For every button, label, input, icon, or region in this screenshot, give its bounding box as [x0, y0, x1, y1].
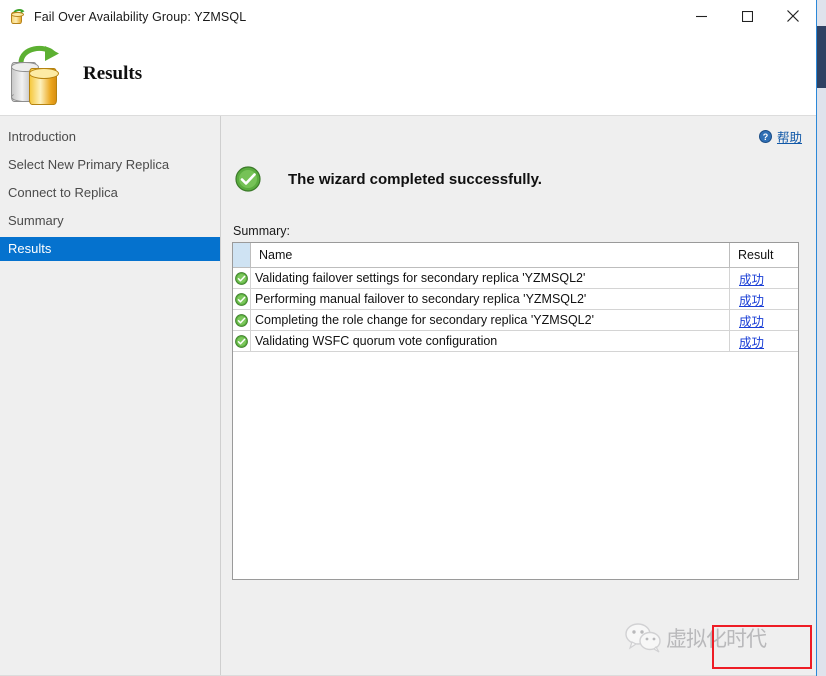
table-row[interactable]: Validating failover settings for seconda…: [233, 268, 798, 289]
row-result-link[interactable]: 成功: [739, 290, 764, 309]
table-row[interactable]: Performing manual failover to secondary …: [233, 289, 798, 310]
success-check-icon: [235, 272, 248, 285]
content-pane: ? 帮助 The wizard completed successfully. …: [221, 116, 816, 675]
help-label: 帮助: [777, 127, 802, 146]
row-name: Validating WSFC quorum vote configuratio…: [251, 331, 730, 351]
minimize-button[interactable]: [678, 0, 724, 32]
close-icon: [787, 10, 799, 22]
success-check-icon: [235, 314, 248, 327]
row-result-link[interactable]: 成功: [739, 269, 764, 288]
minimize-icon: [696, 11, 707, 22]
sidebar-item-select-new-primary-replica[interactable]: Select New Primary Replica: [0, 153, 220, 177]
page-scrollbar-track[interactable]: [817, 0, 826, 676]
page-header: Results: [0, 33, 816, 116]
row-result-cell: 成功: [730, 268, 798, 288]
row-status-cell: [233, 268, 251, 288]
row-name: Performing manual failover to secondary …: [251, 289, 730, 309]
row-result-cell: 成功: [730, 289, 798, 309]
table-header-row: Name Result: [233, 243, 798, 268]
status-message: The wizard completed successfully.: [288, 171, 542, 188]
row-result-link[interactable]: 成功: [739, 311, 764, 330]
wizard-window: Fail Over Availability Group: YZMSQL: [0, 0, 817, 676]
row-status-cell: [233, 331, 251, 351]
table-header-icon-cell: [233, 243, 251, 267]
table-header-result: Result: [730, 243, 798, 267]
maximize-icon: [742, 11, 753, 22]
row-result-link[interactable]: 成功: [739, 332, 764, 351]
maximize-button[interactable]: [724, 0, 770, 32]
svg-text:?: ?: [763, 132, 769, 142]
row-result-cell: 成功: [730, 331, 798, 351]
table-header-name: Name: [251, 243, 730, 267]
window-title: Fail Over Availability Group: YZMSQL: [34, 10, 246, 24]
row-name: Completing the role change for secondary…: [251, 310, 730, 330]
database-failover-icon: [9, 8, 26, 25]
title-bar: Fail Over Availability Group: YZMSQL: [0, 0, 816, 33]
page-title: Results: [83, 63, 142, 85]
window-controls: [678, 0, 816, 32]
wizard-steps-sidebar: Introduction Select New Primary Replica …: [0, 116, 221, 675]
success-check-icon: [235, 293, 248, 306]
sidebar-item-summary[interactable]: Summary: [0, 209, 220, 233]
summary-table: Name Result Validating failover settings…: [232, 242, 799, 580]
sidebar-item-introduction[interactable]: Introduction: [0, 125, 220, 149]
row-name: Validating failover settings for seconda…: [251, 268, 730, 288]
help-circle-icon: ?: [759, 130, 772, 143]
table-row[interactable]: Validating WSFC quorum vote configuratio…: [233, 331, 798, 352]
row-result-cell: 成功: [730, 310, 798, 330]
status-row: The wizard completed successfully.: [235, 166, 542, 192]
database-replica-failover-icon: [9, 43, 67, 105]
sidebar-item-connect-to-replica[interactable]: Connect to Replica: [0, 181, 220, 205]
body: Introduction Select New Primary Replica …: [0, 116, 816, 675]
summary-label: Summary:: [233, 224, 290, 238]
success-check-icon: [235, 335, 248, 348]
table-row[interactable]: Completing the role change for secondary…: [233, 310, 798, 331]
help-link[interactable]: ? 帮助: [759, 127, 802, 146]
sidebar-item-results[interactable]: Results: [0, 237, 220, 261]
success-check-icon: [235, 166, 261, 192]
row-status-cell: [233, 289, 251, 309]
close-button[interactable]: [770, 0, 816, 32]
page-scrollbar-thumb[interactable]: [817, 26, 826, 88]
row-status-cell: [233, 310, 251, 330]
screen-root: Fail Over Availability Group: YZMSQL: [0, 0, 826, 676]
